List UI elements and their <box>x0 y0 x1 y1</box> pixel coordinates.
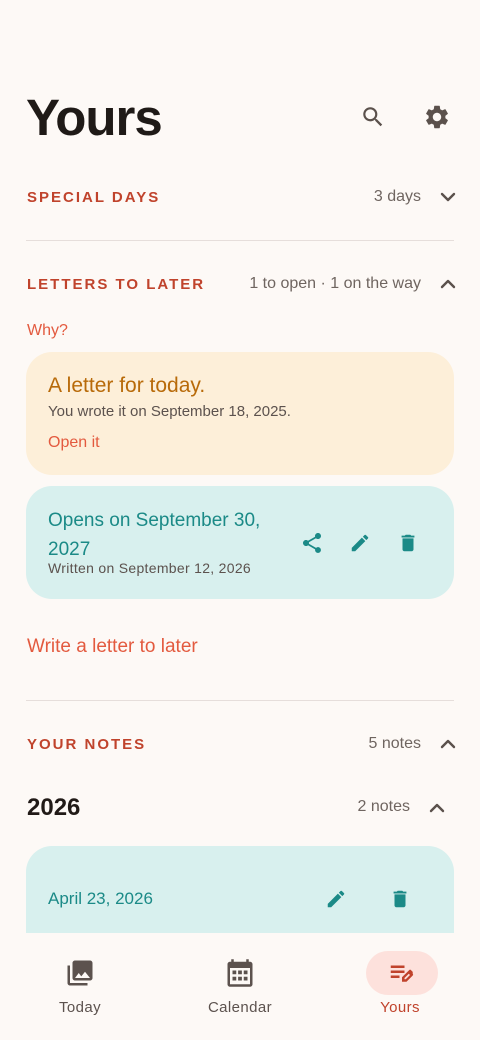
write-letter-button[interactable]: Write a letter to later <box>27 636 198 658</box>
year-label: 2026 <box>27 794 81 821</box>
gear-icon <box>426 105 448 129</box>
chevron-up-icon <box>440 279 456 289</box>
edit-note-button[interactable] <box>316 879 356 919</box>
search-button[interactable] <box>353 97 393 137</box>
calendar-icon <box>227 959 253 987</box>
why-link[interactable]: Why? <box>27 322 68 340</box>
notes-header[interactable]: YOUR NOTES 5 notes <box>0 723 480 765</box>
delete-note-button[interactable] <box>380 879 420 919</box>
share-button[interactable] <box>292 523 332 563</box>
letters-label: LETTERS TO LATER <box>27 276 206 293</box>
letters-status: 1 to open · 1 on the way <box>249 275 421 292</box>
nav-item-yours[interactable]: Yours <box>320 933 480 1040</box>
letter-ready-subtitle: You wrote it on September 18, 2025. <box>48 403 291 420</box>
note-date: April 23, 2026 <box>48 889 153 908</box>
bottom-nav: Today Calendar Yours <box>0 933 480 1040</box>
nav-icon-container-active <box>366 951 438 995</box>
pencil-icon <box>327 890 345 908</box>
page-title: Yours <box>26 89 163 146</box>
letter-ready-title: A letter for today. <box>48 374 206 397</box>
nav-label-calendar: Calendar <box>207 999 273 1016</box>
open-letter-button[interactable]: Open it <box>48 434 100 452</box>
letter-ready-card[interactable]: A letter for today. You wrote it on Sept… <box>26 352 454 475</box>
nav-label-today: Today <box>58 999 102 1016</box>
chevron-up-icon <box>440 739 456 749</box>
letter-pending-subtitle: Written on September 12, 2026 <box>48 560 252 576</box>
share-icon <box>303 533 321 553</box>
year-notes-count: 2 notes <box>357 798 410 815</box>
divider <box>26 240 454 241</box>
nav-icon-container <box>204 951 276 995</box>
divider <box>26 700 454 701</box>
nav-item-today[interactable]: Today <box>0 933 160 1040</box>
letter-pending-title: Opens on September 30, 2027 <box>48 510 261 560</box>
trash-icon <box>401 534 415 552</box>
chevron-down-icon <box>440 192 456 202</box>
edit-note-icon <box>390 965 414 982</box>
delete-letter-button[interactable] <box>388 523 428 563</box>
nav-item-calendar[interactable]: Calendar <box>160 933 320 1040</box>
special-days-count: 3 days <box>373 188 421 205</box>
chevron-up-icon <box>429 803 445 813</box>
notes-count: 5 notes <box>368 735 421 752</box>
trash-icon <box>393 890 407 908</box>
letters-header[interactable]: LETTERS TO LATER 1 to open · 1 on the wa… <box>0 263 480 305</box>
nav-label-yours: Yours <box>380 999 420 1016</box>
special-days-header[interactable]: SPECIAL DAYS 3 days <box>0 176 480 218</box>
photo-library-icon <box>67 960 93 986</box>
letter-pending-card[interactable]: Opens on September 30, 2027 Written on S… <box>26 486 454 599</box>
settings-button[interactable] <box>417 97 457 137</box>
notes-label: YOUR NOTES <box>27 736 147 753</box>
search-icon <box>363 107 383 127</box>
edit-letter-button[interactable] <box>340 523 380 563</box>
special-days-label: SPECIAL DAYS <box>27 189 161 206</box>
year-group-header[interactable]: 2026 2 notes <box>0 786 480 830</box>
nav-icon-container <box>44 951 116 995</box>
pencil-icon <box>351 534 369 552</box>
